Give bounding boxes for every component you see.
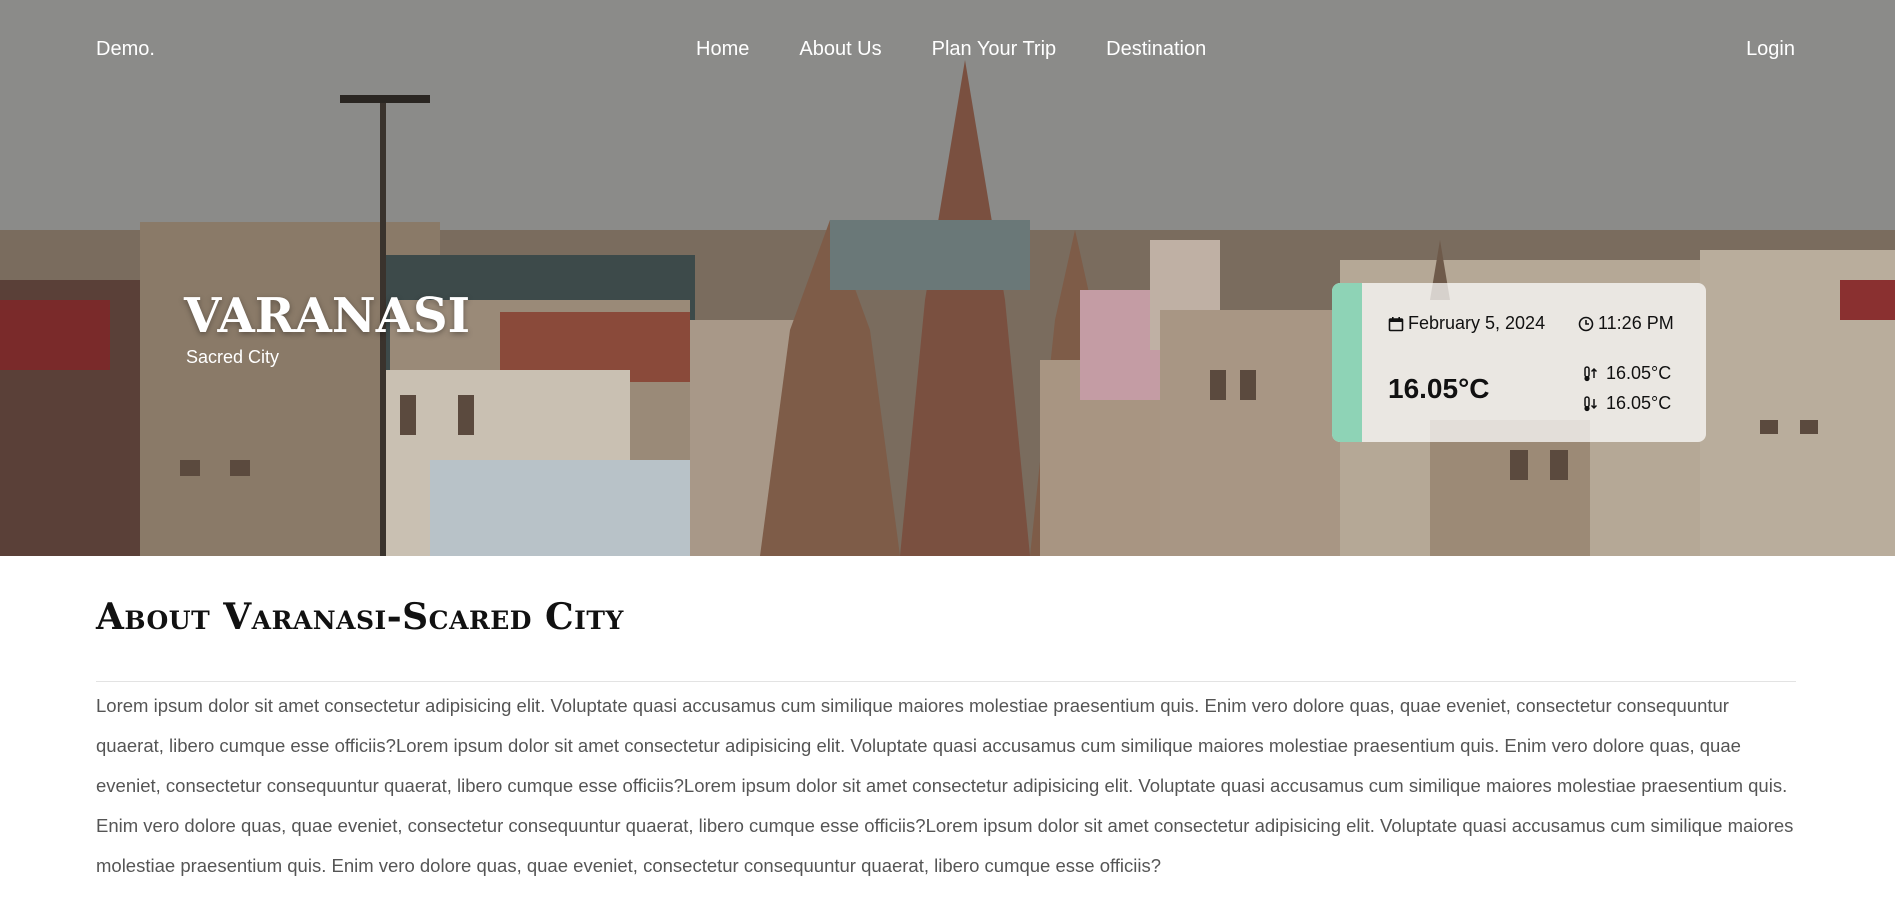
hero-title: VARANASI bbox=[184, 288, 471, 344]
weather-date-text: February 5, 2024 bbox=[1408, 313, 1546, 333]
nav-link-home[interactable]: Home bbox=[696, 38, 749, 61]
nav-link-destination[interactable]: Destination bbox=[1106, 38, 1206, 61]
min-temperature-text: 16.05°C bbox=[1606, 393, 1672, 413]
max-temperature-text: 16.05°C bbox=[1606, 363, 1672, 383]
max-temperature: 16.05°C bbox=[1582, 363, 1671, 384]
nav-link-about-us[interactable]: About Us bbox=[799, 38, 881, 61]
nav-link-plan-your-trip[interactable]: Plan Your Trip bbox=[932, 38, 1057, 61]
login-link[interactable]: Login bbox=[1746, 38, 1795, 61]
weather-accent-stripe bbox=[1332, 283, 1362, 442]
weather-time-text: 11:26 PM bbox=[1598, 313, 1674, 333]
nav-menu: Home About Us Plan Your Trip Destination bbox=[696, 38, 1256, 61]
min-temperature: 16.05°C bbox=[1582, 393, 1671, 414]
clock-icon bbox=[1578, 316, 1594, 331]
weather-time: 11:26 PM bbox=[1578, 313, 1674, 334]
hero-subtitle: Sacred City bbox=[186, 347, 280, 367]
thermometer-down-icon bbox=[1584, 395, 1598, 411]
thermometer-up-icon bbox=[1584, 365, 1598, 381]
weather-card: February 5, 2024 11:26 PM 16.05°C 16.05°… bbox=[1332, 283, 1706, 442]
hero-banner: Demo. Home About Us Plan Your Trip Desti… bbox=[0, 0, 1895, 556]
top-navbar: Demo. Home About Us Plan Your Trip Desti… bbox=[0, 0, 1895, 100]
brand-logo[interactable]: Demo. bbox=[96, 38, 155, 61]
weather-date: February 5, 2024 bbox=[1388, 313, 1545, 334]
calendar-icon bbox=[1388, 316, 1404, 331]
section-divider bbox=[96, 681, 1796, 682]
about-paragraph: Lorem ipsum dolor sit amet consectetur a… bbox=[96, 695, 1794, 876]
about-heading: About Varanasi-Scared City bbox=[96, 596, 624, 638]
current-temperature: 16.05°C bbox=[1388, 373, 1490, 404]
